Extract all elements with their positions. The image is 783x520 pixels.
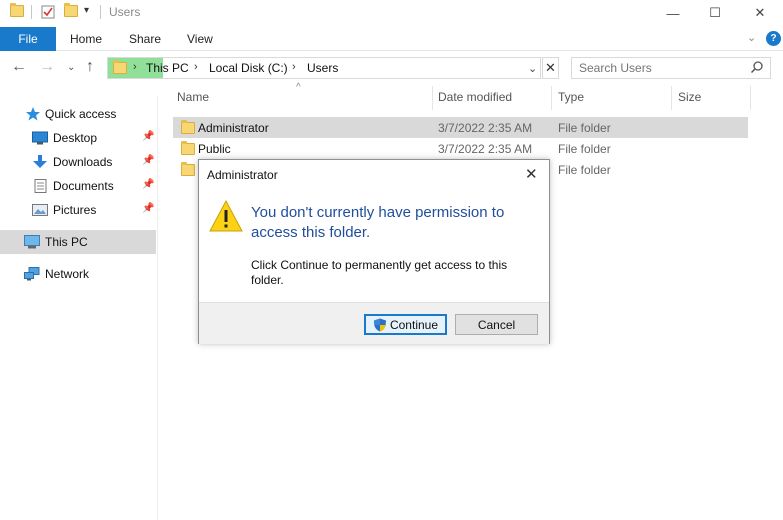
sidebar-item-label: Documents	[53, 179, 114, 193]
sidebar-item-label: Downloads	[53, 155, 113, 169]
pin-icon[interactable]: 📌	[142, 203, 154, 214]
breadcrumb-this-pc[interactable]: This PC	[146, 61, 189, 75]
help-icon[interactable]: ?	[766, 31, 781, 46]
pin-icon[interactable]: 📌	[142, 131, 154, 142]
sidebar-item-label: Desktop	[53, 131, 98, 145]
table-row[interactable]: Administrator 3/7/2022 2:35 AM File fold…	[173, 117, 748, 138]
forward-arrow-icon[interactable]: →	[39, 58, 55, 76]
recent-locations-icon[interactable]: ⌄	[67, 62, 75, 73]
minimize-button[interactable]: —	[650, 0, 696, 26]
close-icon[interactable]: ✕	[525, 165, 538, 183]
file-type: File folder	[558, 142, 611, 156]
navigation-pane: Quick access Desktop 📌 Downloads 📌 Docum…	[0, 96, 158, 520]
back-arrow-icon[interactable]: ←	[11, 58, 27, 76]
sidebar-item-downloads[interactable]: Downloads 📌	[0, 150, 156, 174]
title-bar: ▾ Users — ☐ ✕	[0, 0, 783, 26]
sidebar-item-label: This PC	[45, 235, 88, 249]
continue-button[interactable]: Continue	[364, 314, 447, 335]
dialog-content-text: Click Continue to permanently get access…	[251, 258, 508, 287]
pictures-icon	[32, 204, 48, 216]
address-row: ← → ⌄ ↑ › This PC › Local Disk (C:) › Us…	[0, 52, 783, 84]
pin-icon[interactable]: 📌	[142, 155, 154, 166]
pin-icon[interactable]: 📌	[142, 179, 154, 190]
folder-icon	[113, 60, 127, 74]
tab-home[interactable]: Home	[70, 32, 102, 46]
column-header-size[interactable]: Size	[678, 90, 701, 104]
column-header-name[interactable]: Name	[177, 90, 209, 104]
customize-toolbar-icon[interactable]: ▾	[84, 5, 89, 16]
column-header-date-modified[interactable]: Date modified	[438, 90, 512, 104]
ribbon-tabs: File Home Share View ⌄ ?	[0, 27, 783, 51]
sidebar-item-label: Quick access	[45, 107, 117, 121]
folder-icon	[181, 162, 195, 176]
breadcrumb-arrow-icon[interactable]: ›	[292, 61, 296, 73]
expand-ribbon-icon[interactable]: ⌄	[747, 31, 756, 44]
file-name: Public	[198, 142, 231, 156]
file-date: 3/7/2022 2:35 AM	[438, 142, 533, 156]
breadcrumb-users[interactable]: Users	[307, 61, 338, 75]
close-button[interactable]: ✕	[737, 0, 783, 26]
breadcrumb-local-disk[interactable]: Local Disk (C:)	[209, 61, 288, 75]
clear-address-icon[interactable]: ✕	[542, 57, 559, 79]
sidebar-item-this-pc[interactable]: This PC	[0, 230, 156, 254]
column-divider[interactable]	[551, 86, 552, 110]
dialog-footer: Continue Cancel	[199, 302, 549, 344]
document-icon	[34, 179, 47, 193]
tab-file[interactable]: File	[0, 27, 56, 51]
dialog-title: Administrator	[207, 168, 278, 182]
sidebar-item-quick-access[interactable]: Quick access	[0, 102, 156, 126]
file-type: File folder	[558, 163, 611, 177]
toolbar-divider	[100, 5, 101, 19]
sidebar-item-label: Pictures	[53, 203, 97, 217]
sidebar-item-label: Network	[45, 267, 90, 281]
properties-icon[interactable]	[41, 5, 55, 19]
network-icon	[24, 267, 40, 281]
search-icon[interactable]	[750, 60, 764, 74]
address-bar[interactable]: › This PC › Local Disk (C:) › Users ⌄	[107, 57, 541, 79]
up-arrow-icon[interactable]: ↑	[86, 58, 94, 76]
tab-share[interactable]: Share	[129, 32, 161, 46]
star-icon	[26, 107, 40, 121]
warning-icon	[209, 200, 243, 232]
file-type: File folder	[558, 121, 611, 135]
sidebar-item-network[interactable]: Network	[0, 262, 156, 286]
window-title: Users	[109, 5, 141, 19]
maximize-button[interactable]: ☐	[692, 0, 738, 26]
cancel-button[interactable]: Cancel	[455, 314, 538, 335]
table-row[interactable]: Public 3/7/2022 2:35 AM File folder	[173, 138, 748, 159]
file-date: 3/7/2022 2:35 AM	[438, 121, 533, 135]
folder-icon	[181, 141, 195, 155]
download-icon	[33, 155, 47, 168]
folder-icon[interactable]	[10, 3, 24, 17]
sidebar-item-pictures[interactable]: Pictures 📌	[0, 198, 156, 222]
uac-shield-icon	[373, 318, 386, 331]
column-divider[interactable]	[432, 86, 433, 110]
desktop-icon	[32, 131, 48, 145]
breadcrumb-arrow-icon: ›	[133, 61, 137, 73]
continue-button-label: Continue	[389, 317, 439, 332]
file-name: Administrator	[198, 121, 269, 135]
column-header-type[interactable]: Type	[558, 90, 584, 104]
folder-icon	[181, 120, 195, 134]
sidebar-item-documents[interactable]: Documents 📌	[0, 174, 156, 198]
breadcrumb-arrow-icon[interactable]: ›	[194, 61, 198, 73]
search-input[interactable]	[571, 57, 771, 79]
address-dropdown-icon[interactable]: ⌄	[528, 62, 537, 75]
sidebar-item-desktop[interactable]: Desktop 📌	[0, 126, 156, 150]
dialog-main-instruction: You don't currently have permission to a…	[251, 204, 505, 241]
permission-dialog: Administrator ✕ You don't currently have…	[198, 159, 550, 344]
column-divider[interactable]	[671, 86, 672, 110]
toolbar-divider	[31, 5, 32, 19]
sort-ascending-icon: ^	[296, 82, 301, 93]
computer-icon	[24, 235, 40, 249]
new-folder-icon[interactable]	[64, 3, 78, 17]
column-divider[interactable]	[750, 86, 751, 110]
tab-view[interactable]: View	[187, 32, 213, 46]
